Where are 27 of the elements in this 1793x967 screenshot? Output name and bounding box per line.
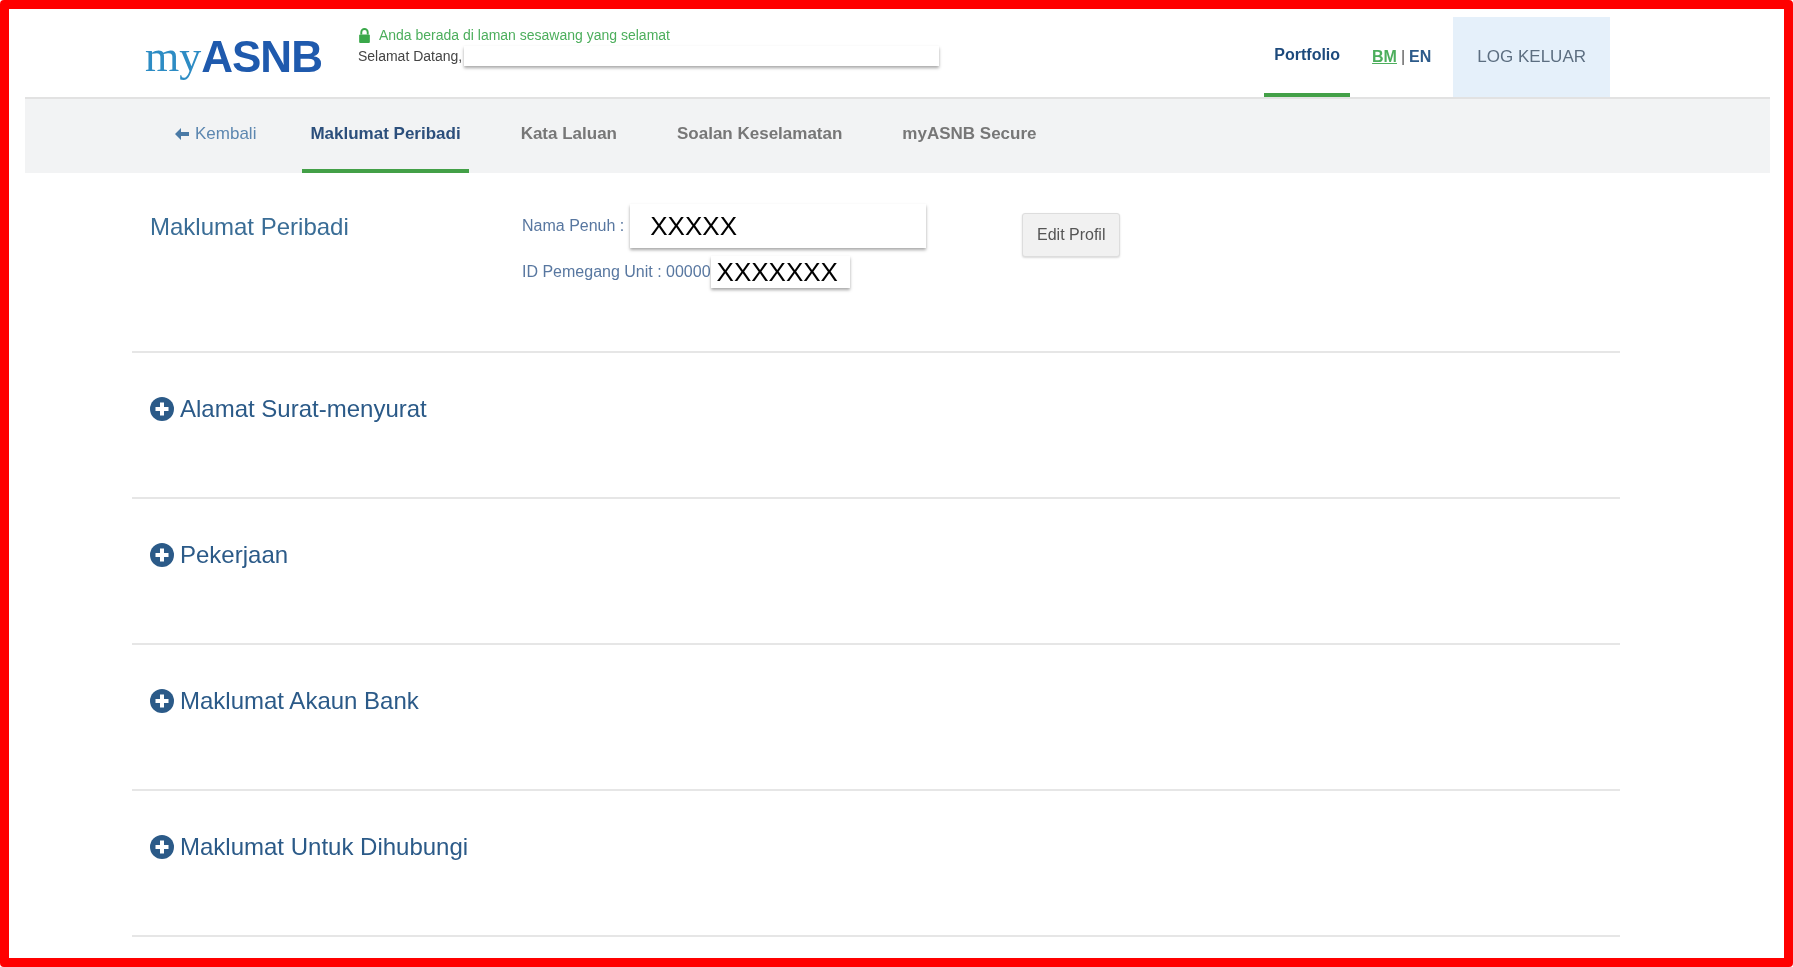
lock-icon — [357, 27, 371, 43]
field-value: XXXXX — [630, 204, 927, 248]
edit-profile-button[interactable]: Edit Profil — [1022, 213, 1121, 257]
tab[interactable]: myASNB Secure — [894, 99, 1045, 173]
field-label: Nama Penuh : — [522, 217, 625, 235]
back-link[interactable]: Kembali — [167, 99, 265, 173]
logout-button[interactable]: LOG KELUAR — [1453, 17, 1610, 97]
plus-circle-icon[interactable] — [150, 689, 174, 713]
accordion-title[interactable]: Maklumat Akaun Bank — [180, 687, 419, 715]
tab[interactable]: Maklumat Peribadi — [302, 99, 469, 173]
accordion-title[interactable]: Pekerjaan — [180, 541, 289, 569]
accordion-title[interactable]: Alamat Surat-menyurat — [180, 395, 427, 423]
welcome-text: Selamat Datang, — [357, 48, 463, 64]
logo[interactable]: myASNB — [145, 17, 322, 97]
tab[interactable]: Kata Laluan — [512, 99, 625, 173]
field-value: XXXXXXX — [710, 256, 850, 288]
section-heading: Maklumat Peribadi — [150, 213, 350, 242]
accordion-title[interactable]: Maklumat Untuk Dihubungi — [180, 833, 469, 861]
language-link[interactable]: EN — [1409, 48, 1432, 66]
plus-circle-icon[interactable] — [150, 835, 174, 859]
field-label: ID Pemegang Unit : 00000 — [522, 263, 711, 281]
tab[interactable]: Soalan Keselamatan — [669, 99, 851, 173]
plus-circle-icon[interactable] — [150, 543, 174, 567]
separator-text: | — [1400, 48, 1406, 66]
arrow-left-icon — [175, 128, 189, 140]
secure-notice: Anda berada di laman sesawang yang selamat — [378, 27, 670, 43]
plus-circle-icon[interactable] — [150, 397, 174, 421]
